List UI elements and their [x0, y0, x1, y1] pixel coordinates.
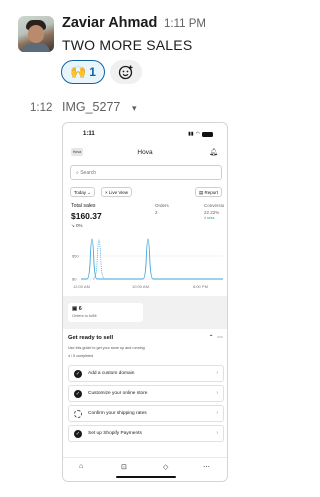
- phone-status-time: 1:11: [83, 131, 95, 137]
- check-circle-icon: ✓: [74, 370, 82, 378]
- total-sales-value: $160.37: [71, 211, 102, 221]
- task-label: Add a custom domain: [88, 371, 135, 376]
- phone-header-area: 1:11 ▮▮ ◠ Hova Hova 🔔︎ ⌕ Search Today ⌄ …: [63, 123, 227, 243]
- add-emoji-icon: [118, 65, 133, 80]
- inbox-icon: ▣: [72, 306, 78, 312]
- bell-icon: 🔔︎: [209, 149, 218, 156]
- total-sales-change: ↘ 0%: [71, 223, 83, 229]
- orders-icon: ⊡: [121, 464, 127, 471]
- phone-tab-bar: ⌂ ⊡ ◇ ⋯: [63, 457, 227, 481]
- sales-line-previous: [92, 239, 123, 280]
- search-icon: ⌕: [76, 170, 79, 176]
- report-icon: ▤: [199, 190, 204, 195]
- y-tick-label: $0: [72, 277, 77, 282]
- x-tick-label: 10:00 AM: [132, 284, 149, 289]
- setup-guide-title: Get ready to sell: [68, 335, 114, 341]
- conversion-value: 22.22%: [204, 210, 220, 215]
- chevron-right-icon: ›: [216, 430, 218, 436]
- raised-hands-emoji: 🙌: [70, 64, 87, 79]
- sales-chart-svg: $50 $0 12:00 AM 10:00 AM 8:00 PM: [72, 238, 223, 289]
- more-icon: ⋯: [217, 335, 223, 341]
- avatar[interactable]: [18, 16, 54, 52]
- message-text: TWO MORE SALES: [62, 37, 193, 53]
- check-circle-icon: ✓: [74, 390, 82, 398]
- tag-icon: ◇: [163, 464, 169, 471]
- store-title: Hova: [137, 149, 153, 156]
- add-reaction-button[interactable]: [110, 60, 142, 84]
- attachment-file-name[interactable]: IMG_5277: [62, 100, 120, 114]
- reaction-raised-hands[interactable]: 🙌 1: [61, 60, 105, 84]
- message-timestamp[interactable]: 1:11 PM: [164, 18, 206, 30]
- sender-name[interactable]: Zaviar Ahmad: [62, 15, 157, 31]
- conversion-label: Conversio: [204, 203, 225, 208]
- wifi-icon: ◠: [195, 131, 200, 137]
- task-item: Confirm your shipping rates ›: [68, 405, 224, 422]
- chip-today: Today ⌄: [70, 187, 96, 197]
- x-tick-label: 8:00 PM: [193, 284, 208, 289]
- image-attachment[interactable]: 1:11 ▮▮ ◠ Hova Hova 🔔︎ ⌕ Search Today ⌄ …: [62, 122, 228, 482]
- setup-guide-subtitle: Use this guide to get your store up and …: [68, 346, 145, 350]
- chevron-up-icon: ⌃: [208, 335, 214, 341]
- orders-value: 2: [155, 210, 158, 215]
- slack-message: Zaviar Ahmad 1:11 PM TWO MORE SALES 🙌 1: [0, 0, 282, 92]
- chip-live-view: × Live View: [101, 187, 133, 197]
- chip-report-label: Report: [204, 190, 219, 195]
- signal-icon: ▮▮: [188, 131, 194, 137]
- orders-to-fulfill-label: Orders to fulfill: [72, 314, 97, 318]
- attachment-timestamp[interactable]: 1:12: [30, 102, 52, 114]
- chevron-right-icon: ›: [216, 390, 218, 396]
- sales-line-today: [81, 238, 103, 280]
- check-circle-icon: ✓: [74, 430, 82, 438]
- task-item: ✓ Customize your online store ›: [68, 385, 224, 402]
- task-label: Customize your online store: [88, 391, 148, 396]
- sales-chart: $50 $0 12:00 AM 10:00 AM 8:00 PM: [63, 234, 227, 296]
- orders-label: Orders: [155, 203, 169, 208]
- setup-guide-actions: ⌃ ⋯: [209, 334, 223, 341]
- chevron-down-icon[interactable]: ▾: [132, 103, 137, 114]
- reaction-count: 1: [89, 65, 96, 79]
- orders-to-fulfill-card: ▣ 6 Orders to fulfill: [68, 303, 143, 322]
- task-label: Confirm your shipping rates: [88, 411, 147, 416]
- chevron-right-icon: ›: [216, 410, 218, 416]
- home-indicator: [116, 476, 176, 478]
- home-icon: ⌂: [79, 463, 84, 470]
- battery-icon: [202, 131, 213, 137]
- trend-icon: ↘: [71, 223, 75, 228]
- orders-to-fulfill-number: 6: [78, 306, 82, 312]
- dashed-circle-icon: [74, 410, 82, 418]
- y-tick-label: $50: [72, 254, 79, 259]
- setup-guide-progress: 4 / 5 completed: [68, 354, 94, 358]
- phone-search-placeholder: Search: [80, 170, 97, 176]
- setup-guide-card: Get ready to sell ⌃ ⋯ Use this guide to …: [63, 329, 227, 459]
- total-sales-label: Total sales: [71, 203, 96, 209]
- sales-line-today-cont: [103, 238, 223, 280]
- more-icon: ⋯: [203, 464, 210, 471]
- total-sales-change-value: 0%: [76, 223, 83, 228]
- task-label: Set up Shopify Payments: [88, 431, 142, 436]
- chip-report: ▤ Report: [195, 187, 223, 197]
- task-item: ✓ Set up Shopify Payments ›: [68, 425, 224, 442]
- phone-search-field: ⌕ Search: [70, 165, 222, 180]
- task-item: ✓ Add a custom domain ›: [68, 365, 224, 382]
- phone-status-icons: ▮▮ ◠: [188, 131, 213, 137]
- orders-to-fulfill-count: ▣ 6: [72, 306, 82, 312]
- conversion-sub: 4 sess.: [204, 216, 216, 220]
- x-tick-label: 12:00 AM: [73, 284, 90, 289]
- chevron-right-icon: ›: [216, 370, 218, 376]
